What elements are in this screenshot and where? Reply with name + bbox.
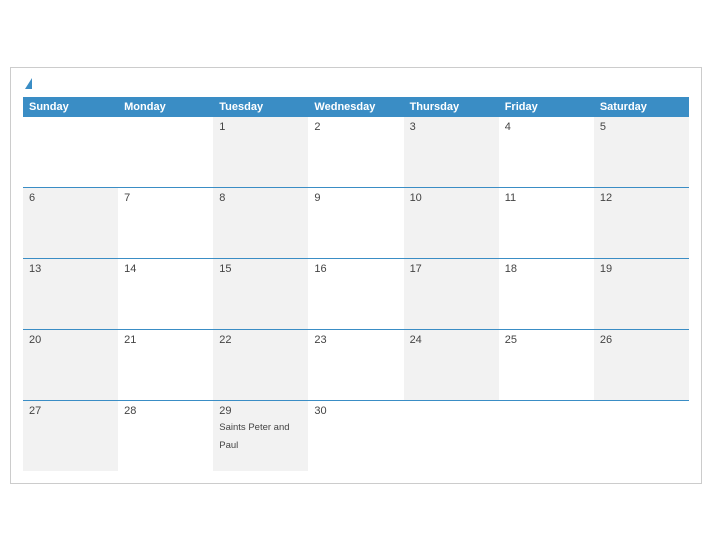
day-cell: 5 <box>594 117 689 187</box>
day-cell: 9 <box>308 188 403 258</box>
day-cell: 26 <box>594 330 689 400</box>
day-cell: 20 <box>23 330 118 400</box>
day-number: 6 <box>29 192 112 204</box>
day-cell: 13 <box>23 259 118 329</box>
day-cell <box>118 117 213 187</box>
day-number: 30 <box>314 405 397 417</box>
day-number: 20 <box>29 334 112 346</box>
calendar: SundayMondayTuesdayWednesdayThursdayFrid… <box>10 67 702 484</box>
week-row: 13 14 15 16 17 18 19 <box>23 259 689 330</box>
day-header-tuesday: Tuesday <box>213 97 308 117</box>
day-cell: 4 <box>499 117 594 187</box>
day-number: 13 <box>29 263 112 275</box>
day-cell <box>23 117 118 187</box>
day-header-wednesday: Wednesday <box>308 97 403 117</box>
day-number: 29 <box>219 405 302 417</box>
day-number: 14 <box>124 263 207 275</box>
day-cell: 30 <box>308 401 403 471</box>
day-cell: 21 <box>118 330 213 400</box>
day-cell: 3 <box>404 117 499 187</box>
day-header-monday: Monday <box>118 97 213 117</box>
day-cell: 24 <box>404 330 499 400</box>
day-number: 12 <box>600 192 683 204</box>
day-number: 10 <box>410 192 493 204</box>
day-cell: 22 <box>213 330 308 400</box>
week-row: 27 28 29 Saints Peter and Paul 30 <box>23 401 689 471</box>
day-cell <box>404 401 499 471</box>
day-event: Saints Peter and Paul <box>219 422 289 451</box>
day-cell: 6 <box>23 188 118 258</box>
week-row: 12 345 <box>23 117 689 188</box>
week-row: 6789 10 11 12 <box>23 188 689 259</box>
day-number: 25 <box>505 334 588 346</box>
day-cell: 1 <box>213 117 308 187</box>
day-cell: 7 <box>118 188 213 258</box>
day-cell: 2 <box>308 117 403 187</box>
day-cell: 10 <box>404 188 499 258</box>
day-number: 26 <box>600 334 683 346</box>
day-cell: 17 <box>404 259 499 329</box>
day-cell: 15 <box>213 259 308 329</box>
day-number: 24 <box>410 334 493 346</box>
day-number: 21 <box>124 334 207 346</box>
day-cell: 23 <box>308 330 403 400</box>
day-cell: 27 <box>23 401 118 471</box>
day-number: 22 <box>219 334 302 346</box>
day-number: 16 <box>314 263 397 275</box>
calendar-header <box>23 78 689 89</box>
day-number: 11 <box>505 192 588 204</box>
day-cell: 28 <box>118 401 213 471</box>
day-number: 1 <box>219 121 302 133</box>
day-number: 9 <box>314 192 397 204</box>
day-cell: 19 <box>594 259 689 329</box>
day-header-sunday: Sunday <box>23 97 118 117</box>
day-cell <box>594 401 689 471</box>
day-cell: 16 <box>308 259 403 329</box>
day-cell: 14 <box>118 259 213 329</box>
day-cell: 12 <box>594 188 689 258</box>
day-header-friday: Friday <box>499 97 594 117</box>
day-header-row: SundayMondayTuesdayWednesdayThursdayFrid… <box>23 97 689 117</box>
weeks-container: 1234567891011121314151617181920212223242… <box>23 117 689 471</box>
day-number: 28 <box>124 405 207 417</box>
day-number: 17 <box>410 263 493 275</box>
day-number: 3 <box>410 121 493 133</box>
day-number: 27 <box>29 405 112 417</box>
day-header-saturday: Saturday <box>594 97 689 117</box>
week-row: 20 21 22 23 24 25 26 <box>23 330 689 401</box>
day-number: 4 <box>505 121 588 133</box>
logo-triangle-icon <box>25 78 32 89</box>
day-number: 2 <box>314 121 397 133</box>
day-cell: 18 <box>499 259 594 329</box>
day-cell: 29 Saints Peter and Paul <box>213 401 308 471</box>
day-number: 8 <box>219 192 302 204</box>
day-number: 23 <box>314 334 397 346</box>
day-cell <box>499 401 594 471</box>
day-number: 15 <box>219 263 302 275</box>
day-cell: 11 <box>499 188 594 258</box>
logo <box>23 78 32 89</box>
day-header-thursday: Thursday <box>404 97 499 117</box>
day-number: 18 <box>505 263 588 275</box>
day-number: 5 <box>600 121 683 133</box>
day-cell: 8 <box>213 188 308 258</box>
day-cell: 25 <box>499 330 594 400</box>
day-number: 19 <box>600 263 683 275</box>
day-number: 7 <box>124 192 207 204</box>
